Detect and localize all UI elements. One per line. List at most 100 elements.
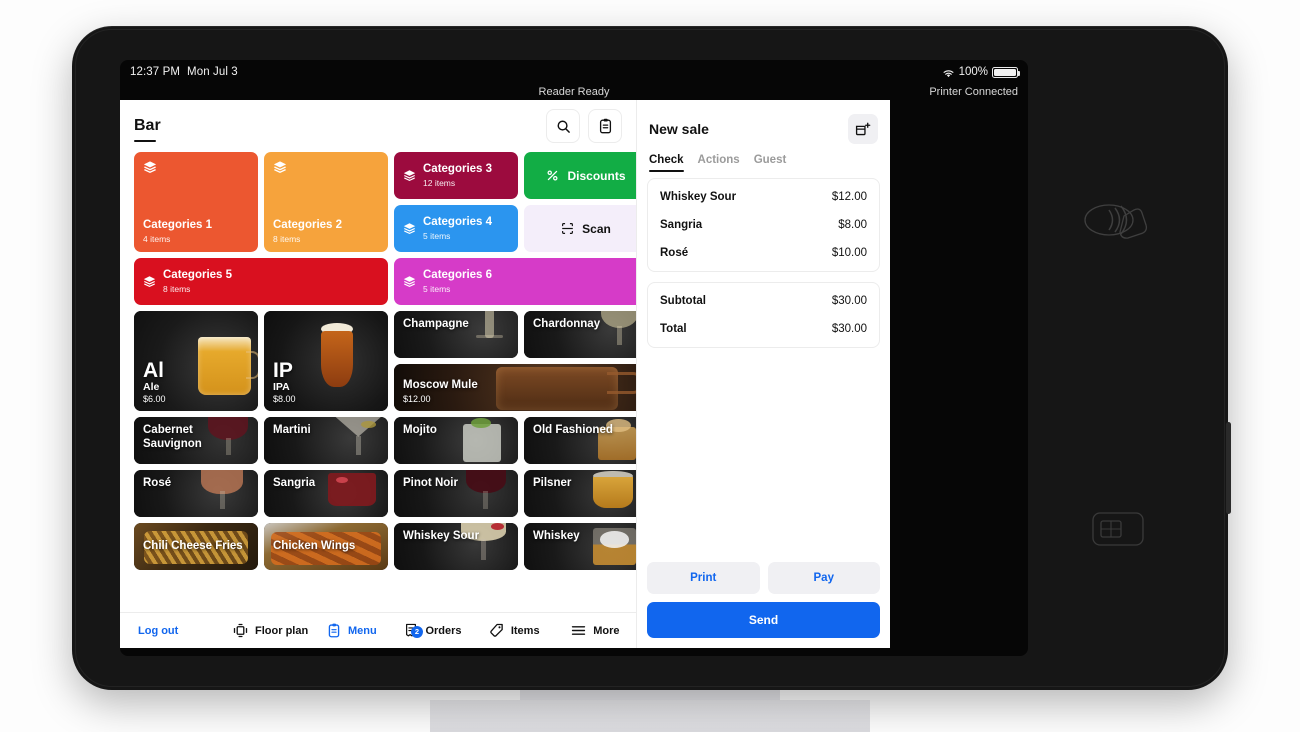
product-name: Ale bbox=[143, 381, 160, 393]
nav-item-menu[interactable]: Menu bbox=[311, 623, 392, 638]
pos-terminal-device: 12:37 PM Mon Jul 3 100% Reader Ready Pri… bbox=[72, 26, 1231, 690]
nav-item-items[interactable]: Items bbox=[474, 623, 555, 638]
stack-icon bbox=[403, 223, 416, 235]
print-button[interactable]: Print bbox=[647, 562, 760, 594]
device-screen: 12:37 PM Mon Jul 3 100% Reader Ready Pri… bbox=[120, 60, 1028, 656]
category-tile[interactable]: Categories 2 8 items bbox=[264, 152, 388, 252]
grid-row: Categories 5 8 items Categories 6 5 item… bbox=[134, 258, 636, 305]
category-tile[interactable]: Categories 3 12 items bbox=[394, 152, 518, 199]
product-abbr: IP bbox=[273, 359, 293, 382]
product-tile[interactable]: IP IPA $8.00 bbox=[264, 311, 388, 411]
header-buttons bbox=[546, 109, 622, 143]
product-name: Chardonnay bbox=[533, 318, 601, 330]
stack-icon bbox=[143, 161, 157, 173]
nav-item-more[interactable]: More bbox=[555, 624, 636, 637]
product-tile[interactable]: Pilsner bbox=[524, 470, 636, 517]
line-item[interactable]: Whiskey Sour $12.00 bbox=[648, 183, 879, 211]
nav-item-logout[interactable]: Log out bbox=[120, 625, 230, 637]
new-sale-button[interactable] bbox=[848, 114, 878, 144]
category-tile[interactable]: Categories 4 5 items bbox=[394, 205, 518, 252]
discounts-label: Discounts bbox=[567, 168, 626, 183]
floorplan-icon bbox=[233, 623, 248, 638]
category-tile[interactable]: Categories 5 8 items bbox=[134, 258, 388, 305]
printer-status: Printer Connected bbox=[929, 86, 1018, 98]
product-tile[interactable]: Chili Cheese Fries bbox=[134, 523, 258, 570]
stand-base bbox=[430, 700, 870, 732]
nav-label: Log out bbox=[138, 624, 179, 637]
stack-icon bbox=[143, 276, 156, 288]
product-tile[interactable]: Rosé bbox=[134, 470, 258, 517]
category-name: Categories 6 bbox=[423, 268, 493, 281]
product-name: Martini bbox=[273, 424, 311, 436]
nav-item-floor-plan[interactable]: Floor plan bbox=[230, 623, 311, 638]
stack-icon bbox=[403, 276, 416, 288]
product-tile[interactable]: Champagne bbox=[394, 311, 518, 358]
secondary-actions: Print Pay bbox=[647, 562, 880, 594]
line-item[interactable]: Sangria $8.00 bbox=[648, 211, 879, 239]
product-tile[interactable]: Al Ale $6.00 bbox=[134, 311, 258, 411]
category-tile[interactable]: Categories 1 4 items bbox=[134, 152, 258, 252]
product-name: Old Fashioned bbox=[533, 424, 613, 436]
category-item-count: 5 items bbox=[423, 231, 451, 242]
reader-status: Reader Ready bbox=[538, 86, 610, 98]
product-label: Moscow Mule $12.00 bbox=[403, 379, 636, 404]
pos-app-window: Bar Categories 1 4 items Categories 2 8 … bbox=[120, 100, 890, 648]
line-item-amount: $8.00 bbox=[838, 219, 867, 231]
product-label: IP IPA $8.00 bbox=[273, 360, 379, 404]
stack-icon bbox=[273, 161, 287, 173]
stack-icon bbox=[403, 170, 416, 182]
product-tile[interactable]: Sangria bbox=[264, 470, 388, 517]
product-name: Chili Cheese Fries bbox=[143, 539, 243, 552]
product-name: Sangria bbox=[273, 477, 316, 489]
line-item-amount: $10.00 bbox=[831, 247, 867, 259]
product-price: $12.00 bbox=[403, 394, 431, 404]
category-name: Categories 2 bbox=[273, 218, 343, 231]
grid-row: Al Ale $6.00 IP IPA $8.00 Champagne Char… bbox=[134, 311, 636, 411]
status-time: 12:37 PM bbox=[130, 66, 181, 78]
scan-icon bbox=[562, 223, 574, 234]
send-button[interactable]: Send bbox=[647, 602, 880, 638]
pay-button[interactable]: Pay bbox=[767, 562, 880, 594]
line-item[interactable]: Rosé $10.00 bbox=[648, 239, 879, 267]
product-tile[interactable]: Cabernet Sauvignon bbox=[134, 417, 258, 464]
product-tile[interactable]: Mojito bbox=[394, 417, 518, 464]
category-item-count: 8 items bbox=[163, 284, 191, 295]
tab-guest[interactable]: Guest bbox=[754, 154, 787, 172]
product-name: Whiskey bbox=[533, 530, 580, 542]
search-button[interactable] bbox=[546, 109, 580, 143]
tab-actions[interactable]: Actions bbox=[698, 154, 740, 172]
category-name: Categories 3 bbox=[423, 162, 493, 175]
line-item-name: Whiskey Sour bbox=[660, 191, 737, 203]
product-tile[interactable]: Moscow Mule $12.00 bbox=[394, 364, 636, 411]
sale-actions: Print Pay Send bbox=[637, 552, 890, 648]
sale-panel: New sale Check Actions Guest Whiskey Sou… bbox=[636, 100, 890, 648]
line-item-amount: $12.00 bbox=[831, 191, 867, 203]
add-cart-icon bbox=[855, 122, 871, 135]
category-tile[interactable]: Categories 6 5 items bbox=[394, 258, 636, 305]
product-tile[interactable]: Martini bbox=[264, 417, 388, 464]
product-name: Pinot Noir bbox=[403, 477, 458, 489]
hamburger-icon bbox=[572, 626, 586, 635]
grid-row: Cabernet Sauvignon Martini Mojito Old Fa… bbox=[134, 417, 636, 464]
product-tile[interactable]: Whiskey bbox=[524, 523, 636, 570]
status-bar-left: 12:37 PM Mon Jul 3 bbox=[130, 66, 238, 78]
category-name: Categories 5 bbox=[163, 268, 233, 281]
product-tile[interactable]: Old Fashioned bbox=[524, 417, 636, 464]
status-bar-right: 100% bbox=[942, 66, 1020, 78]
total-amount: $30.00 bbox=[831, 323, 867, 335]
product-tile[interactable]: Chardonnay bbox=[524, 311, 636, 358]
nav-item-orders[interactable]: 2 Orders bbox=[392, 623, 473, 639]
product-tile[interactable]: Pinot Noir bbox=[394, 470, 518, 517]
screenshot-stage: 12:37 PM Mon Jul 3 100% Reader Ready Pri… bbox=[0, 0, 1300, 732]
product-tile[interactable]: Chicken Wings bbox=[264, 523, 388, 570]
receipts-button[interactable] bbox=[588, 109, 622, 143]
discounts-button[interactable]: Discounts bbox=[524, 152, 636, 199]
tag-icon bbox=[490, 623, 503, 637]
tab-check[interactable]: Check bbox=[649, 154, 684, 172]
category-name: Categories 4 bbox=[423, 215, 493, 228]
product-tile[interactable]: Whiskey Sour bbox=[394, 523, 518, 570]
category-item-count: 12 items bbox=[423, 178, 456, 189]
nav-label: Items bbox=[510, 624, 540, 637]
scan-button[interactable]: Scan bbox=[524, 205, 636, 252]
category-item-count: 8 items bbox=[273, 234, 301, 244]
